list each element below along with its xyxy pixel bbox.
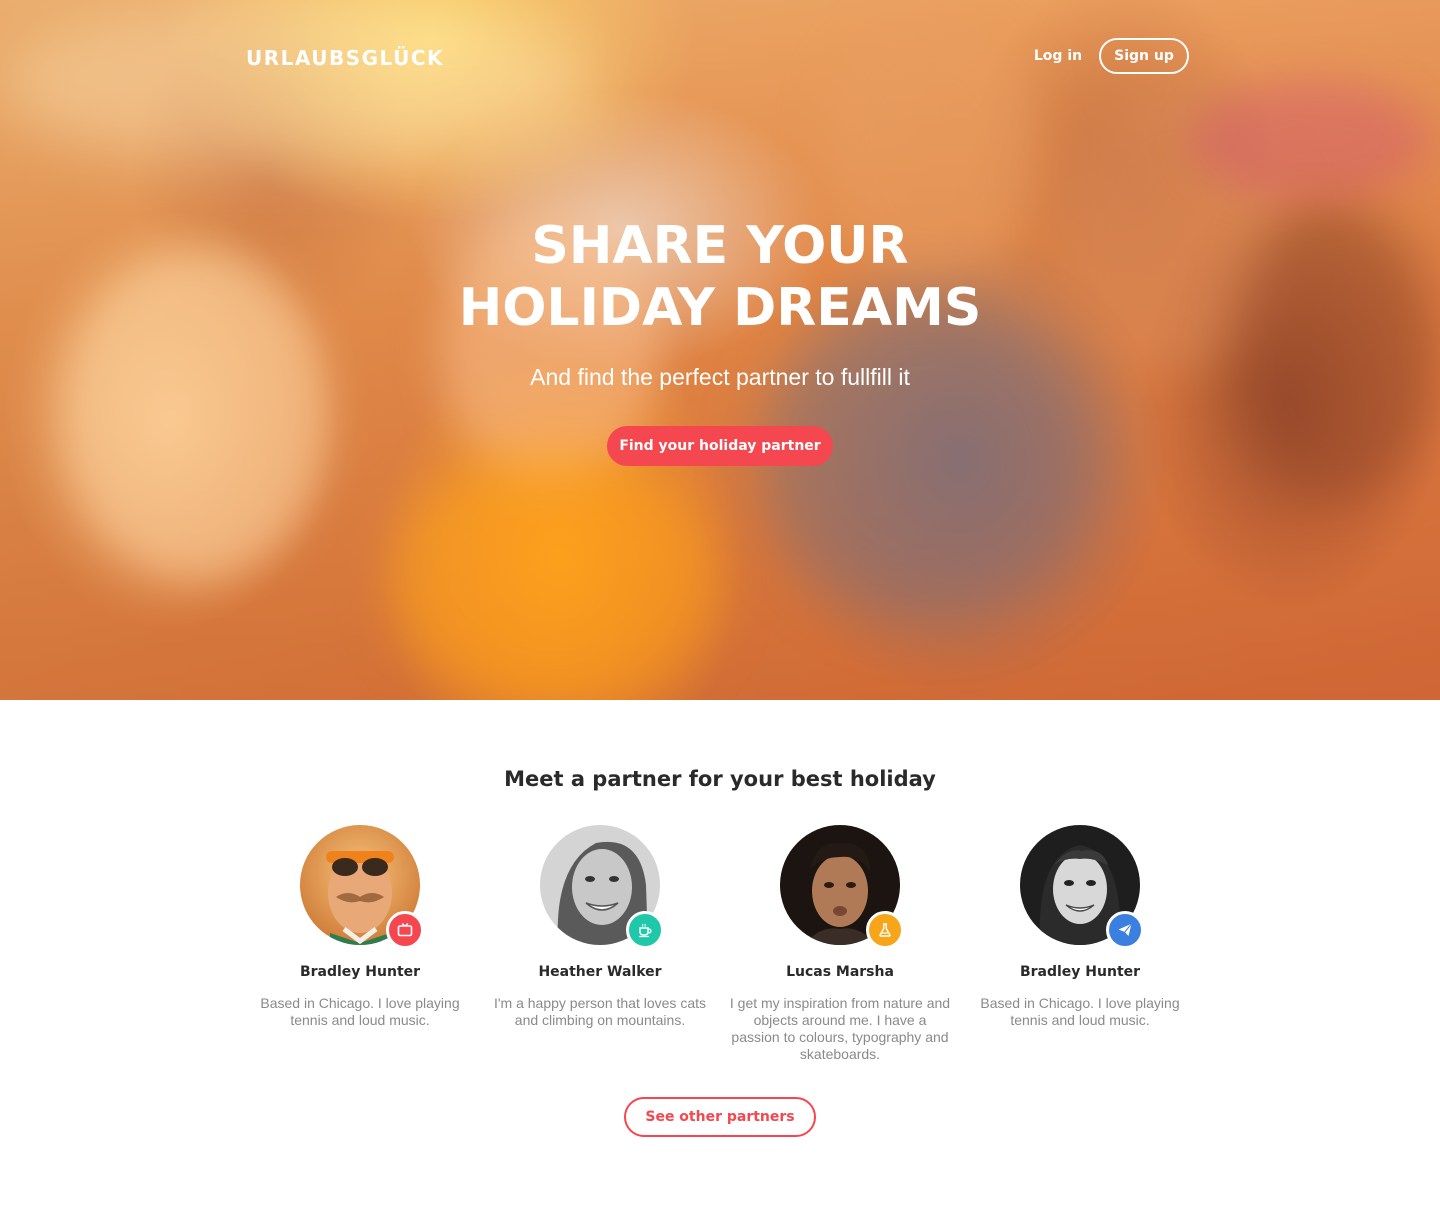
avatar[interactable] bbox=[1020, 825, 1144, 949]
avatar[interactable] bbox=[300, 825, 424, 949]
avatar[interactable] bbox=[540, 825, 664, 949]
partner-bio: Based in Chicago. I love playing tennis … bbox=[980, 995, 1180, 1028]
hero-title: SHARE YOUR HOLIDAY DREAMS bbox=[320, 215, 1120, 339]
find-partner-button[interactable]: Find your holiday partner bbox=[607, 426, 833, 466]
signup-button[interactable]: Sign up bbox=[1099, 38, 1189, 74]
hero-title-line-2: HOLIDAY DREAMS bbox=[458, 278, 982, 338]
login-link[interactable]: Log in bbox=[1020, 38, 1096, 74]
hero-section: URLAUBSGLÜCK Log in Sign up SHARE YOUR H… bbox=[0, 0, 1440, 700]
see-other-partners-button[interactable]: See other partners bbox=[624, 1097, 816, 1137]
partner-bio: I'm a happy person that loves cats and c… bbox=[493, 995, 706, 1028]
partner-name: Bradley Hunter bbox=[1019, 964, 1141, 980]
paper-plane-icon bbox=[1106, 911, 1144, 949]
hero-title-line-1: SHARE YOUR bbox=[531, 216, 909, 276]
partner-bio: Based in Chicago. I love playing tennis … bbox=[260, 995, 460, 1028]
partner-name: Lucas Marsha bbox=[786, 964, 894, 980]
tv-icon bbox=[386, 911, 424, 949]
partner-card[interactable]: Heather Walker I'm a happy person that l… bbox=[480, 825, 720, 1029]
partner-card[interactable]: Bradley Hunter Based in Chicago. I love … bbox=[960, 825, 1200, 1029]
brand-logo[interactable]: URLAUBSGLÜCK bbox=[246, 46, 444, 70]
flask-icon bbox=[866, 911, 904, 949]
partner-name: Bradley Hunter bbox=[299, 964, 421, 980]
coffee-cup-icon bbox=[626, 911, 664, 949]
avatar[interactable] bbox=[780, 825, 904, 949]
top-navigation: URLAUBSGLÜCK Log in Sign up bbox=[0, 0, 1440, 110]
hero-subtitle: And find the perfect partner to fullfill… bbox=[530, 364, 910, 390]
partner-card[interactable]: Bradley Hunter Based in Chicago. I love … bbox=[240, 825, 480, 1029]
partner-card[interactable]: Lucas Marsha I get my inspiration from n… bbox=[720, 825, 960, 1063]
partners-section-title: Meet a partner for your best holiday bbox=[504, 767, 936, 791]
partner-bio: I get my inspiration from nature and obj… bbox=[729, 995, 951, 1062]
partner-name: Heather Walker bbox=[538, 964, 662, 980]
